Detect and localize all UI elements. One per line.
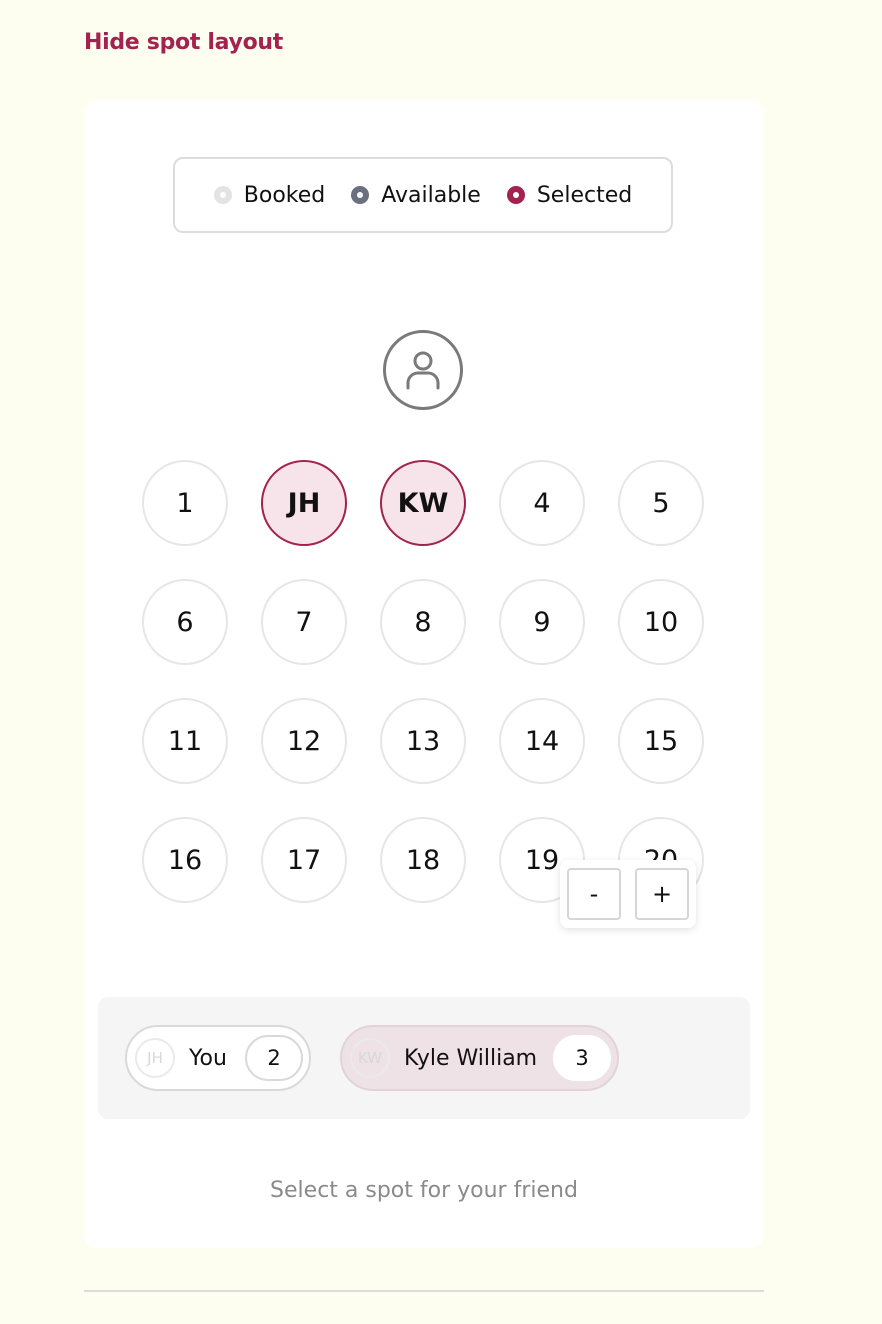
zoom-in-button[interactable]: +	[635, 868, 689, 920]
spot[interactable]: 6	[142, 579, 228, 665]
divider	[84, 1290, 764, 1292]
participant-kyle-william[interactable]: KW Kyle William 3	[340, 1025, 619, 1091]
participant-name: You	[189, 1045, 227, 1071]
legend-item-selected: Selected	[506, 182, 633, 208]
legend-label: Selected	[536, 182, 633, 208]
spot[interactable]: 7	[261, 579, 347, 665]
participant-name: Kyle William	[404, 1045, 538, 1071]
participants-panel: JH You 2 KW Kyle William 3	[98, 997, 750, 1119]
spot[interactable]: 4	[499, 460, 585, 546]
spot[interactable]: JH	[261, 460, 347, 546]
spot[interactable]: 18	[380, 817, 466, 903]
zoom-out-button[interactable]: -	[567, 868, 621, 920]
participant-you[interactable]: JH You 2	[125, 1025, 311, 1091]
legend-item-booked: Booked	[213, 182, 326, 208]
zoom-controls: - +	[560, 860, 696, 928]
spot[interactable]: 1	[142, 460, 228, 546]
instructor-position	[383, 330, 463, 410]
spot[interactable]: KW	[380, 460, 466, 546]
spot-grid: 1 JH KW 4 5 6 7 8 9 10 11 12 13 14 15 16…	[142, 460, 704, 903]
spot[interactable]: 8	[380, 579, 466, 665]
selected-dot-icon	[506, 186, 525, 204]
participant-spot-badge: 2	[245, 1035, 303, 1081]
legend: Booked Available Selected	[173, 157, 673, 233]
booked-dot-icon	[213, 186, 232, 204]
available-dot-icon	[351, 186, 370, 204]
spot[interactable]: 5	[618, 460, 704, 546]
spot[interactable]: 11	[142, 698, 228, 784]
spot[interactable]: 9	[499, 579, 585, 665]
spot[interactable]: 12	[261, 698, 347, 784]
spot[interactable]: 13	[380, 698, 466, 784]
participant-spot-badge: 3	[553, 1035, 611, 1081]
spot[interactable]: 15	[618, 698, 704, 784]
instruction-text: Select a spot for your friend	[270, 1178, 578, 1203]
avatar: JH	[135, 1038, 175, 1078]
legend-label: Available	[381, 182, 481, 208]
avatar: KW	[350, 1038, 390, 1078]
spot-layout-card: Booked Available Selected 1 JH KW 4 5 6 …	[84, 100, 764, 1248]
spot[interactable]: 10	[618, 579, 704, 665]
spot[interactable]: 14	[499, 698, 585, 784]
hide-spot-layout-link[interactable]: Hide spot layout	[84, 30, 283, 55]
spot[interactable]: 16	[142, 817, 228, 903]
legend-label: Booked	[243, 182, 326, 208]
person-icon	[406, 351, 440, 390]
spot[interactable]: 17	[261, 817, 347, 903]
legend-item-available: Available	[351, 183, 481, 208]
